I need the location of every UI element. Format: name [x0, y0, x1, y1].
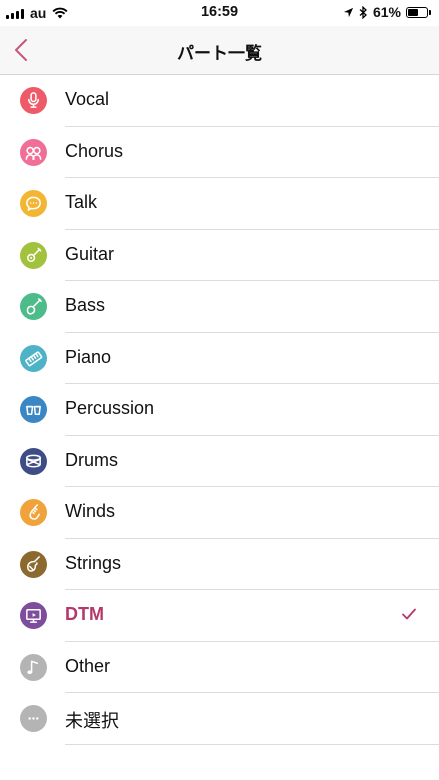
list-item[interactable]: Percussion: [0, 384, 439, 436]
part-label: Percussion: [65, 398, 155, 418]
battery-level-fill: [408, 8, 418, 16]
list-item[interactable]: Strings: [0, 539, 439, 590]
part-label: Chorus: [65, 140, 124, 161]
speech-bubble-icon: [20, 190, 47, 217]
part-label: Talk: [65, 192, 98, 212]
list-item[interactable]: DTM: [0, 590, 439, 642]
list-item[interactable]: Vocal: [0, 75, 439, 127]
part-label: Strings: [65, 552, 122, 573]
list-item[interactable]: Other: [0, 642, 439, 693]
row-divider: [65, 743, 439, 745]
part-label: DTM: [65, 604, 104, 624]
list-item[interactable]: Guitar: [0, 230, 439, 281]
chorus-faces-icon: [20, 138, 47, 166]
saxophone-icon: [20, 499, 47, 526]
bluetooth-icon: [359, 5, 367, 19]
list-item[interactable]: Talk: [0, 178, 439, 230]
part-label: 未選択: [65, 711, 119, 731]
list-item[interactable]: Chorus: [0, 127, 439, 178]
part-label: Bass: [65, 295, 106, 315]
list-item[interactable]: Drums: [0, 436, 439, 487]
navigation-bar: パート一覧: [0, 26, 439, 75]
status-bar: au 16:59 61%: [0, 0, 439, 26]
part-label: Vocal: [65, 89, 110, 109]
part-label: Other: [65, 655, 111, 676]
bass-icon: [20, 293, 47, 320]
location-arrow-icon: [343, 7, 354, 17]
status-right: 61%: [343, 4, 431, 20]
monitor-icon: [20, 602, 47, 629]
list-item[interactable]: Winds: [0, 487, 439, 539]
music-note-icon: [20, 653, 47, 681]
bongo-icon: [20, 396, 47, 423]
battery-percent: 61%: [372, 4, 401, 20]
guitar-icon: [20, 241, 47, 269]
page-title: パート一覧: [177, 44, 262, 63]
battery-tip: [429, 9, 431, 15]
list-item[interactable]: 未選択: [0, 693, 439, 745]
violin-icon: [20, 550, 47, 578]
part-label: Winds: [65, 501, 116, 521]
keyboard-icon: [20, 344, 47, 372]
microphone-icon: [20, 87, 47, 114]
part-list: Vocal Chorus Talk Guitar Bass Piano Perc…: [0, 75, 439, 745]
drum-icon: [20, 447, 47, 475]
checkmark-icon: [402, 608, 416, 620]
part-label: Piano: [65, 346, 112, 367]
ellipsis-icon: [20, 705, 47, 732]
battery-icon: [406, 6, 428, 18]
list-item[interactable]: Bass: [0, 281, 439, 333]
part-label: Drums: [65, 449, 118, 470]
list-item[interactable]: Piano: [0, 333, 439, 384]
part-label: Guitar: [65, 243, 115, 264]
